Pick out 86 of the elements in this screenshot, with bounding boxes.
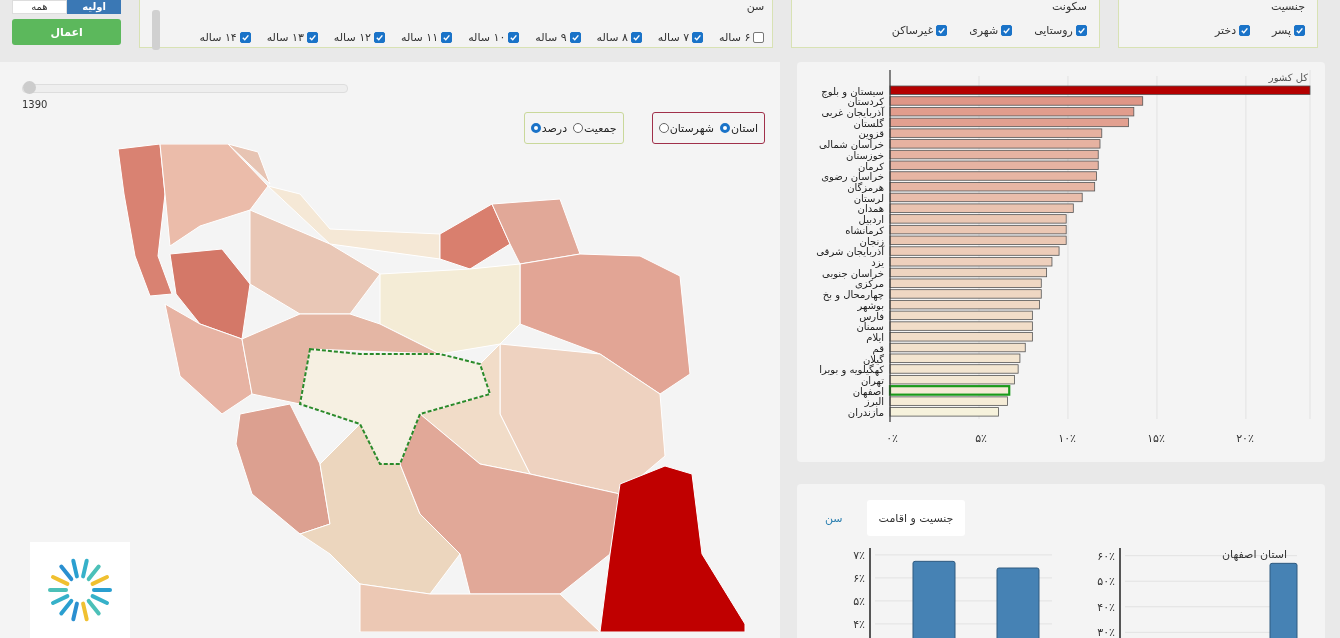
axis-tick-label: ۳۰٪ [1097,626,1115,638]
checkbox-label: ۱۴ ساله [199,30,237,44]
bar-label: خوزستان [846,149,884,161]
axis-tick-label: ۰٪ [886,432,898,445]
checkbox[interactable] [753,31,765,43]
bar-label: اصفهان [852,385,884,397]
axis-tick-label: ۱۵٪ [1147,432,1165,445]
checkbox[interactable] [508,31,520,43]
scrollbar[interactable] [152,10,161,50]
checkbox[interactable] [239,31,251,43]
radio-label: استان [730,121,758,135]
bar-label: گلستان [853,117,884,129]
tab[interactable]: جنسیت و اقامت [866,500,966,536]
group-title: جنسیت [1269,0,1305,14]
group-title: سن [745,0,765,14]
checkbox[interactable] [1001,25,1013,36]
checkbox-label: ۹ ساله [535,30,567,44]
checkbox-label: ۱۳ ساله [266,30,304,44]
bar-label: قزوین [858,128,884,140]
checkbox[interactable] [441,31,453,43]
bar-label: خراسان شمالی [819,139,884,151]
axis-tick-label: ۶٪ [853,571,865,585]
checkbox[interactable] [936,25,948,36]
checkbox-label: ۷ ساله [657,30,690,44]
bar-label: تهران [860,374,884,386]
checkbox-label: روستایی [1034,24,1073,37]
checkbox[interactable] [1075,25,1087,36]
checkbox[interactable] [630,31,642,43]
tab[interactable]: سن [813,500,855,536]
checkbox-label: دختر [1214,24,1237,37]
bar-label: سیستان و بلوچ [821,85,884,97]
checkbox-label: غیرساکن [891,24,934,37]
bar-label: کهگیلویه و بویرا [819,364,884,376]
axis-tick-label: ۵٪ [975,432,987,445]
axis-tick-label: ۲۰٪ [1236,432,1254,445]
axis-tick-label: ۴۰٪ [1097,600,1115,614]
slider-value: 1390 [22,99,49,110]
bar-label: ایلام [866,332,884,344]
axis-tick-label: ۵۰٪ [1097,575,1115,589]
axis-tick-label: ۴٪ [853,617,865,631]
chart-title: کل کشور [1268,72,1308,83]
bar-label: یزد [871,257,884,268]
checkbox-label: ۸ ساله [596,30,628,44]
toggle-button[interactable]: اولیه [66,0,122,14]
chart-bar [996,567,1040,638]
radio-label: درصد [541,121,568,135]
checkbox[interactable] [569,31,581,43]
axis-tick-label: ۵٪ [853,594,865,608]
bar-label: لرستان [853,192,884,204]
checkbox[interactable] [1239,25,1251,36]
radio-button[interactable] [719,123,730,133]
checkbox-label: ۱۲ ساله [333,30,371,44]
bar-label: گیلان [862,353,884,365]
bar-label: کردستان [847,96,884,108]
axis-tick-label: ۷٪ [853,548,865,562]
axis-tick-label: ۶۰٪ [1097,549,1115,563]
bar-label: کرمانشاه [845,224,884,236]
checkbox[interactable] [1294,25,1305,36]
chart-title: استان اصفهان [1222,548,1287,561]
checkbox[interactable] [374,31,385,43]
checkbox[interactable] [692,31,704,43]
bar-label: آذربایجان غربی [821,106,884,118]
slider-track[interactable] [22,84,348,93]
checkbox-label: ۱۱ ساله [401,30,439,44]
checkbox-label: ۱۰ ساله [468,30,506,44]
bar-label: هرمزگان [847,182,884,193]
checkbox[interactable] [306,31,318,43]
bar-label: چهارمحال و بخ [822,289,884,301]
group-title: سکونت [1051,0,1087,14]
bar-label: مازندران [847,407,884,419]
radio-label: شهرستان [669,121,714,135]
bar-label: اردبیل [858,214,884,226]
radio-button[interactable] [658,123,669,133]
checkbox-label: پسر [1272,24,1291,37]
radio-label: جمعیت [584,121,617,135]
radio-button[interactable] [573,123,584,133]
checkbox-label: ۶ ساله [719,30,751,44]
bar-label: خراسان جنوبی [822,267,884,279]
bar-label: قم [872,342,884,354]
apply-button[interactable]: اعمال [12,19,122,45]
slider-thumb[interactable] [23,81,36,94]
axis-tick-label: ۱۰٪ [1058,432,1076,445]
radio-button[interactable] [530,123,541,133]
bar-label: آذربایجان شرقی [816,246,884,258]
checkbox-label: شهری [969,24,999,37]
toggle-button[interactable]: همه [12,0,67,14]
